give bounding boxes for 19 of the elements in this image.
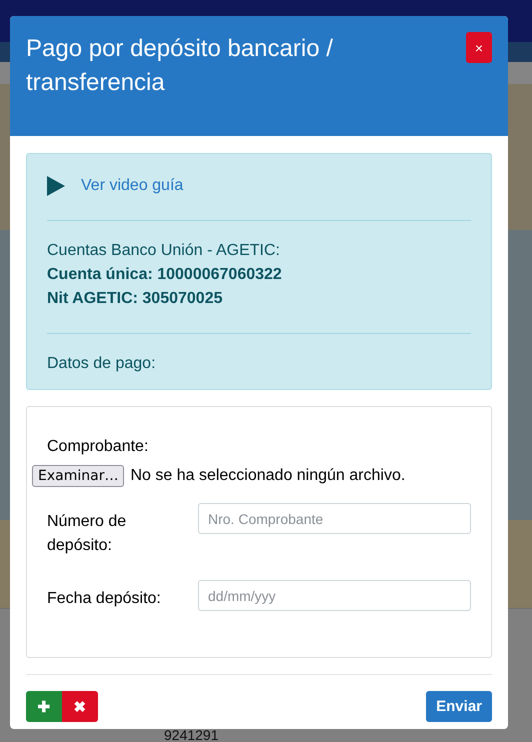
field-label: Número de depósito: xyxy=(47,512,128,556)
payment-data-label: Datos de pago: xyxy=(47,354,157,374)
browse-button[interactable]: Examinar… xyxy=(32,465,124,487)
file-status: No se ha seleccionado ningún archivo. xyxy=(130,467,406,485)
nit-number: Nit AGETIC: 305070025 xyxy=(47,289,224,309)
play-icon[interactable] xyxy=(47,176,65,196)
video-guide-link[interactable]: Ver video guía xyxy=(81,177,184,195)
background-text: 9241291 xyxy=(164,729,219,742)
remove-button[interactable]: ✖ xyxy=(62,691,98,722)
add-button[interactable]: ✚ xyxy=(26,691,62,722)
input-field[interactable]: Nro. Comprobante xyxy=(198,503,471,534)
file-label: Comprobante: xyxy=(47,437,150,457)
field-label: Fecha depósito: xyxy=(47,589,162,609)
close-button[interactable]: × xyxy=(466,32,492,63)
modal-title: Pago por depósito bancario / transferencia xyxy=(26,34,334,98)
submit-button[interactable]: Enviar xyxy=(426,691,492,722)
input-field[interactable]: dd/mm/yyy xyxy=(198,580,471,611)
accounts-title: Cuentas Banco Unión - AGETIC: xyxy=(47,241,281,261)
account-number: Cuenta única: 10000067060322 xyxy=(47,265,283,285)
